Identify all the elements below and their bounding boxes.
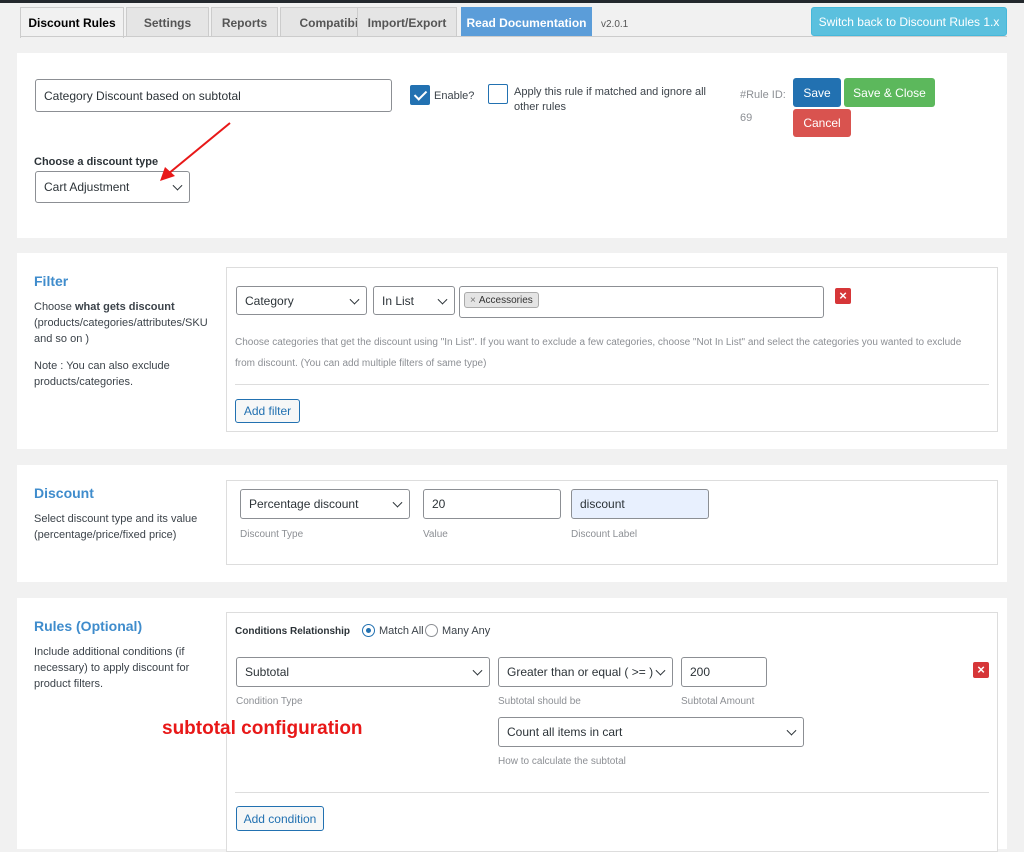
discount-panel: Discount Select discount type and its va…: [17, 465, 1007, 582]
calc-method-caption: How to calculate the subtotal: [498, 756, 626, 767]
discount-box: Percentage discount Discount Type 20 Val…: [226, 480, 998, 565]
operator-value: Greater than or equal ( >= ): [507, 665, 654, 679]
chevron-down-icon: [349, 294, 360, 305]
filter-type-value: Category: [245, 293, 294, 308]
discount-type-caption: Discount Type: [240, 529, 304, 540]
subtotal-amount-caption: Subtotal Amount: [681, 696, 755, 707]
filter-title: Filter: [34, 273, 69, 289]
chevron-down-icon: [392, 497, 403, 508]
discount-description: Select discount type and its value (perc…: [34, 513, 198, 541]
rules-divider: [235, 792, 989, 793]
operator-select[interactable]: Greater than or equal ( >= ): [498, 657, 673, 687]
subtotal-amount-input[interactable]: 200: [681, 657, 767, 687]
subtotal-annotation: subtotal configuration: [162, 718, 363, 739]
add-condition-button[interactable]: Add condition: [236, 806, 324, 831]
filter-type-select[interactable]: Category: [236, 286, 367, 315]
filter-desc-bold: what gets discount: [74, 301, 175, 313]
condition-type-value: Subtotal: [245, 665, 290, 679]
conditions-relationship-label: Conditions Relationship: [235, 626, 350, 637]
match-all-radio[interactable]: [362, 624, 375, 637]
filter-hint-line2: from discount. (You can add multiple fil…: [235, 358, 487, 369]
discount-label-caption: Discount Label: [571, 529, 638, 540]
chevron-down-icon: [437, 294, 448, 305]
remove-condition-icon[interactable]: ×: [973, 662, 989, 678]
filter-box: Category In List × Accessories × Choose …: [226, 267, 998, 432]
rules-title: Rules (Optional): [34, 618, 143, 634]
condition-type-caption: Condition Type: [236, 696, 303, 707]
operator-caption: Subtotal should be: [498, 696, 581, 707]
filter-method-value: In List: [382, 293, 415, 308]
calc-method-select[interactable]: Count all items in cart: [498, 717, 804, 747]
discount-type-select[interactable]: Percentage discount: [240, 489, 410, 519]
chevron-down-icon: [655, 665, 666, 676]
chevron-down-icon: [472, 665, 483, 676]
rules-description: Include additional conditions (if necess…: [34, 646, 190, 690]
add-filter-button[interactable]: Add filter: [235, 399, 300, 423]
filter-desc-prefix: Choose: [34, 301, 75, 313]
discount-value-input[interactable]: 20: [423, 489, 561, 519]
condition-type-select[interactable]: Subtotal: [236, 657, 490, 687]
filter-panel: Filter Choose what gets discount (produc…: [17, 253, 1007, 449]
tag-remove-icon[interactable]: ×: [470, 295, 476, 306]
match-all-label: Match All: [379, 625, 424, 637]
many-any-label: Many Any: [442, 625, 491, 637]
filter-method-select[interactable]: In List: [373, 286, 455, 315]
discount-title: Discount: [34, 485, 94, 501]
filter-values-input[interactable]: × Accessories: [459, 286, 824, 318]
filter-description: Choose what gets discount (products/cate…: [34, 299, 214, 347]
filter-desc-rest: (products/categories/attributes/SKU and …: [34, 317, 208, 345]
filter-hint-line1: Choose categories that get the discount …: [235, 337, 962, 348]
filter-note: Note : You can also exclude products/cat…: [34, 360, 170, 388]
chevron-down-icon: [786, 725, 797, 736]
tag-accessories[interactable]: × Accessories: [464, 292, 539, 308]
remove-filter-icon[interactable]: ×: [835, 288, 851, 304]
many-any-radio[interactable]: [425, 624, 438, 637]
tag-label: Accessories: [478, 294, 533, 306]
calc-method-value: Count all items in cart: [507, 725, 623, 739]
filter-divider: [235, 384, 989, 385]
discount-type-value: Percentage discount: [249, 497, 359, 511]
discount-label-input[interactable]: discount: [571, 489, 709, 519]
discount-value-caption: Value: [423, 529, 448, 540]
